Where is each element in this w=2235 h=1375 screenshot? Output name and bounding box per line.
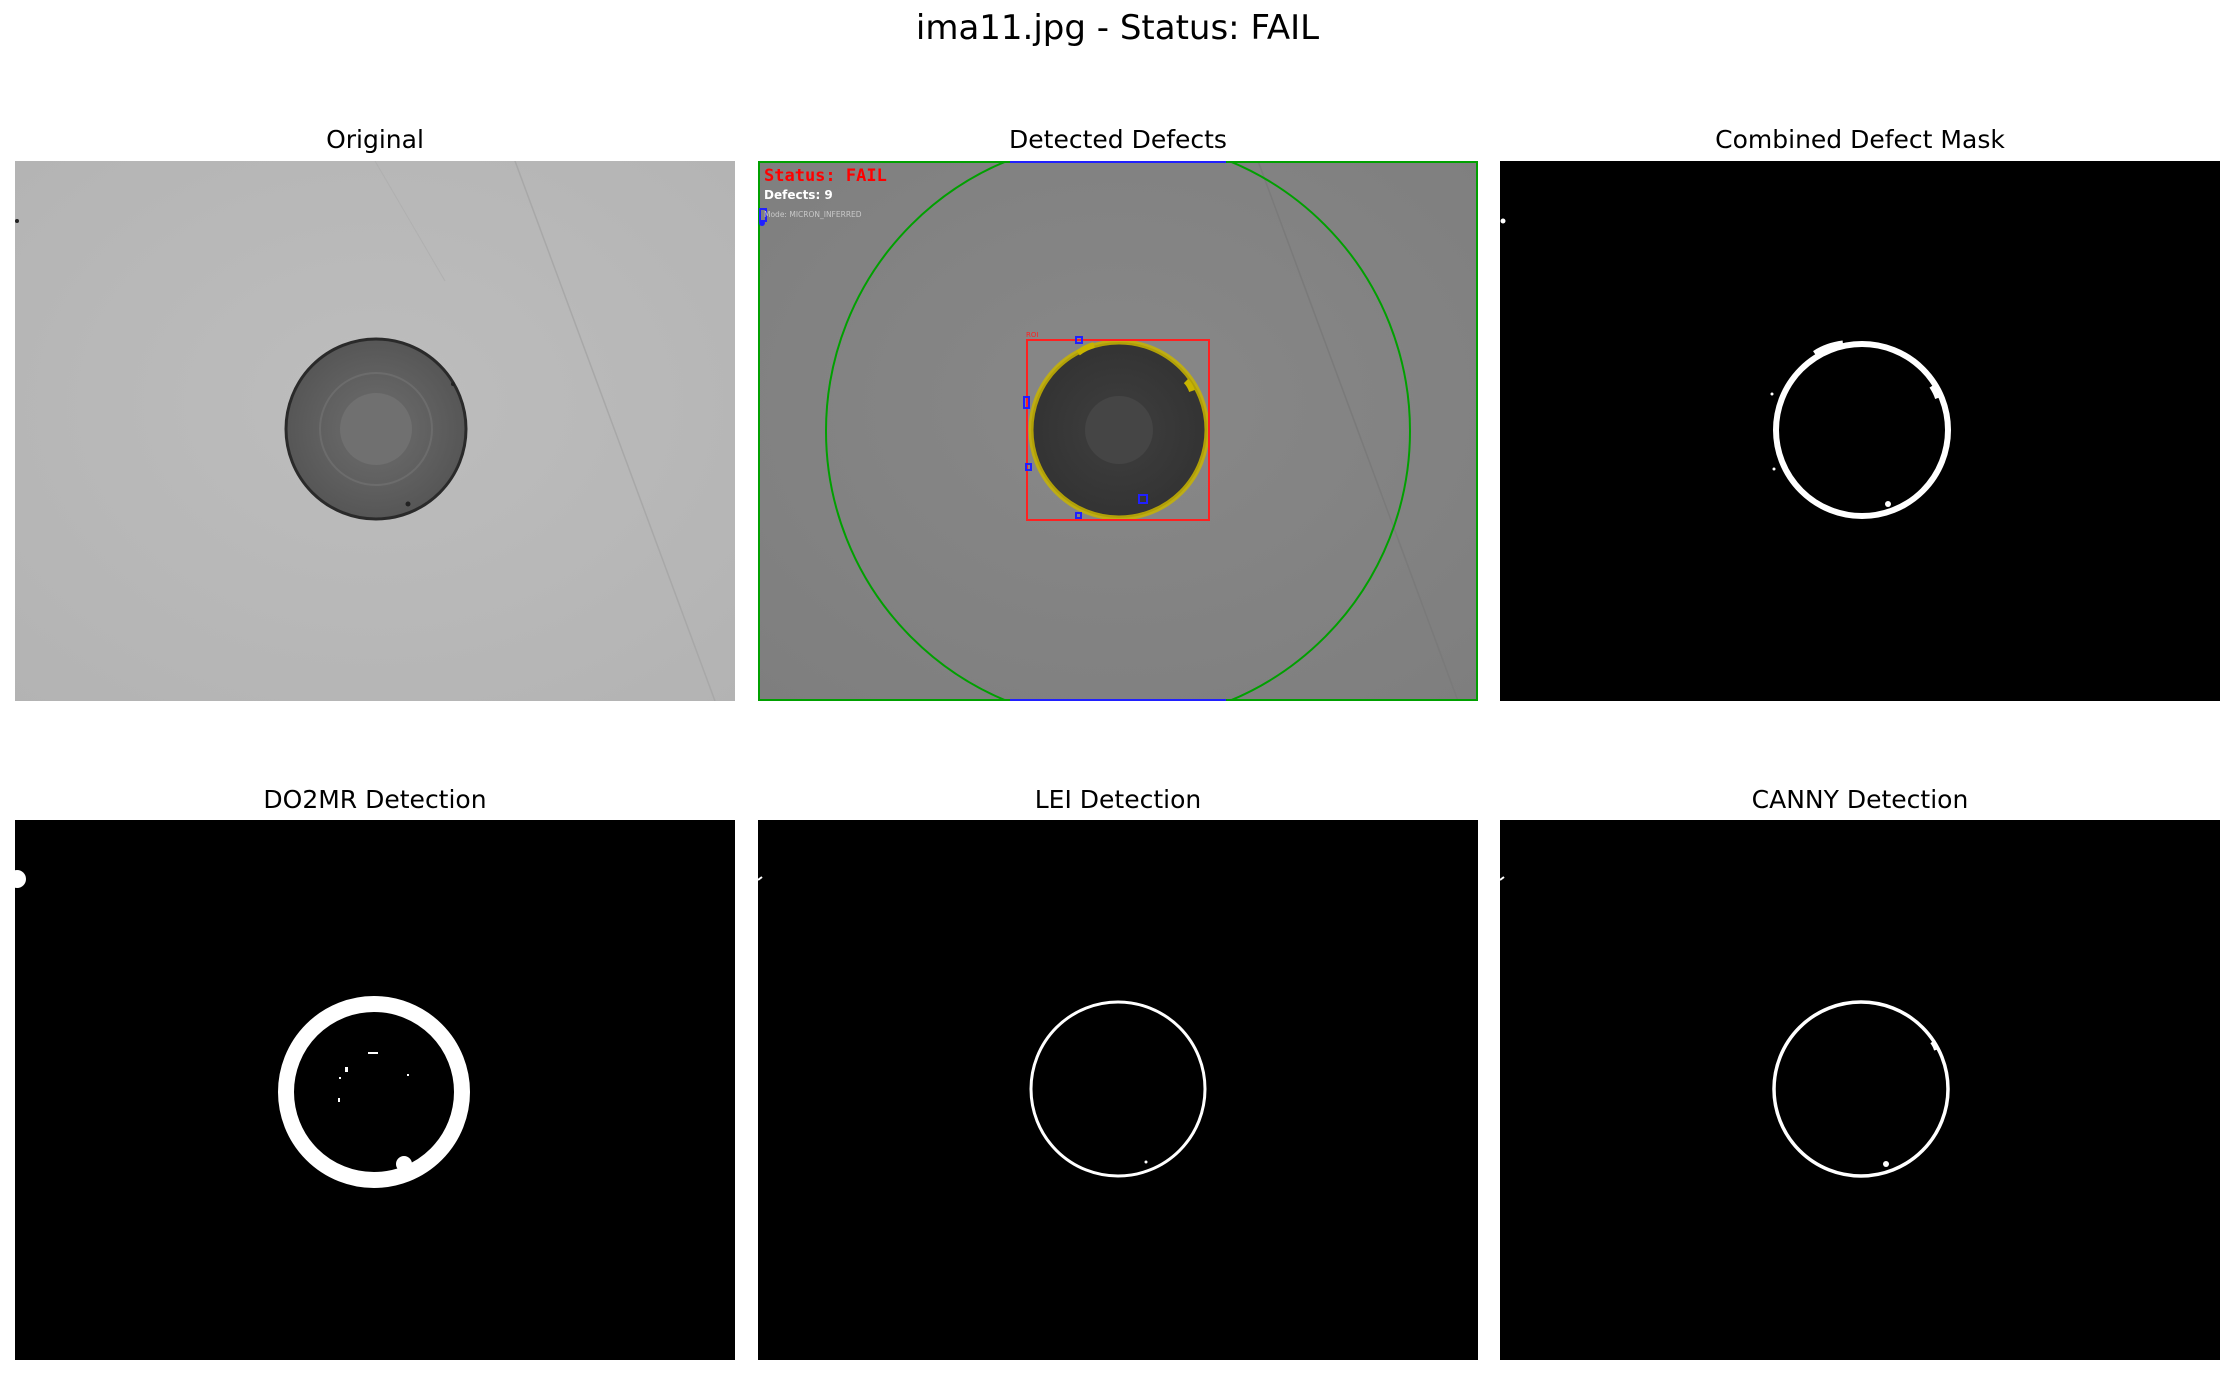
detected-defects-canvas: ROI Status: FAIL Defects: 9 Mode: MICRON…: [758, 161, 1478, 701]
mask-blob: [338, 1098, 340, 1102]
panel-title-canny: CANNY Detection: [1751, 785, 1969, 814]
mask-blob: [1770, 392, 1774, 396]
mask-blob: [1500, 218, 1506, 224]
combined-mask-canvas: [1500, 161, 2220, 701]
original-image-canvas: [15, 161, 735, 701]
do2mr-canvas: [15, 820, 735, 1360]
lei-canvas: [758, 820, 1478, 1360]
mask-blob: [339, 1077, 341, 1079]
panel-title-do2mr: DO2MR Detection: [263, 785, 487, 814]
lei-detection-image: [758, 820, 1478, 1360]
detected-defects-image: ROI Status: FAIL Defects: 9 Mode: MICRON…: [758, 161, 1478, 701]
canny-canvas: [1500, 820, 2220, 1360]
original-image: [15, 161, 735, 701]
fiber-core: [340, 393, 412, 465]
figure-title: ima11.jpg - Status: FAIL: [915, 8, 1320, 48]
mask-blob: [368, 1052, 378, 1054]
mask-background: [1500, 161, 2220, 701]
defects-count-overlay: Defects: 9: [764, 188, 833, 202]
mask-blob: [1144, 1160, 1148, 1164]
debris-spot: [15, 219, 19, 223]
panel-title-detected: Detected Defects: [1009, 125, 1227, 154]
panel-title-combined-mask: Combined Defect Mask: [1715, 125, 2005, 154]
defect-marker: [759, 220, 765, 226]
mask-background: [15, 820, 735, 1360]
bbox-label: ROI: [1026, 331, 1038, 339]
debris-spot: [405, 501, 411, 507]
fiber-core: [1085, 396, 1153, 464]
panel-title-lei: LEI Detection: [1034, 785, 1202, 814]
mask-blob: [396, 1156, 412, 1172]
mask-blob: [1772, 467, 1776, 471]
canny-detection-image: [1500, 820, 2220, 1360]
mask-blob: [1885, 501, 1891, 507]
mask-blob: [345, 1067, 348, 1072]
do2mr-detection-image: [15, 820, 735, 1360]
debris-spot: [451, 382, 455, 386]
combined-defect-mask-image: [1500, 161, 2220, 701]
mask-blob: [1883, 1161, 1889, 1167]
mask-background: [1500, 820, 2220, 1360]
mask-background: [758, 820, 1478, 1360]
mask-blob: [407, 1074, 409, 1076]
status-overlay: Status: FAIL: [764, 166, 887, 186]
mode-overlay: Mode: MICRON_INFERRED: [764, 210, 862, 219]
panel-title-original: Original: [326, 125, 424, 154]
